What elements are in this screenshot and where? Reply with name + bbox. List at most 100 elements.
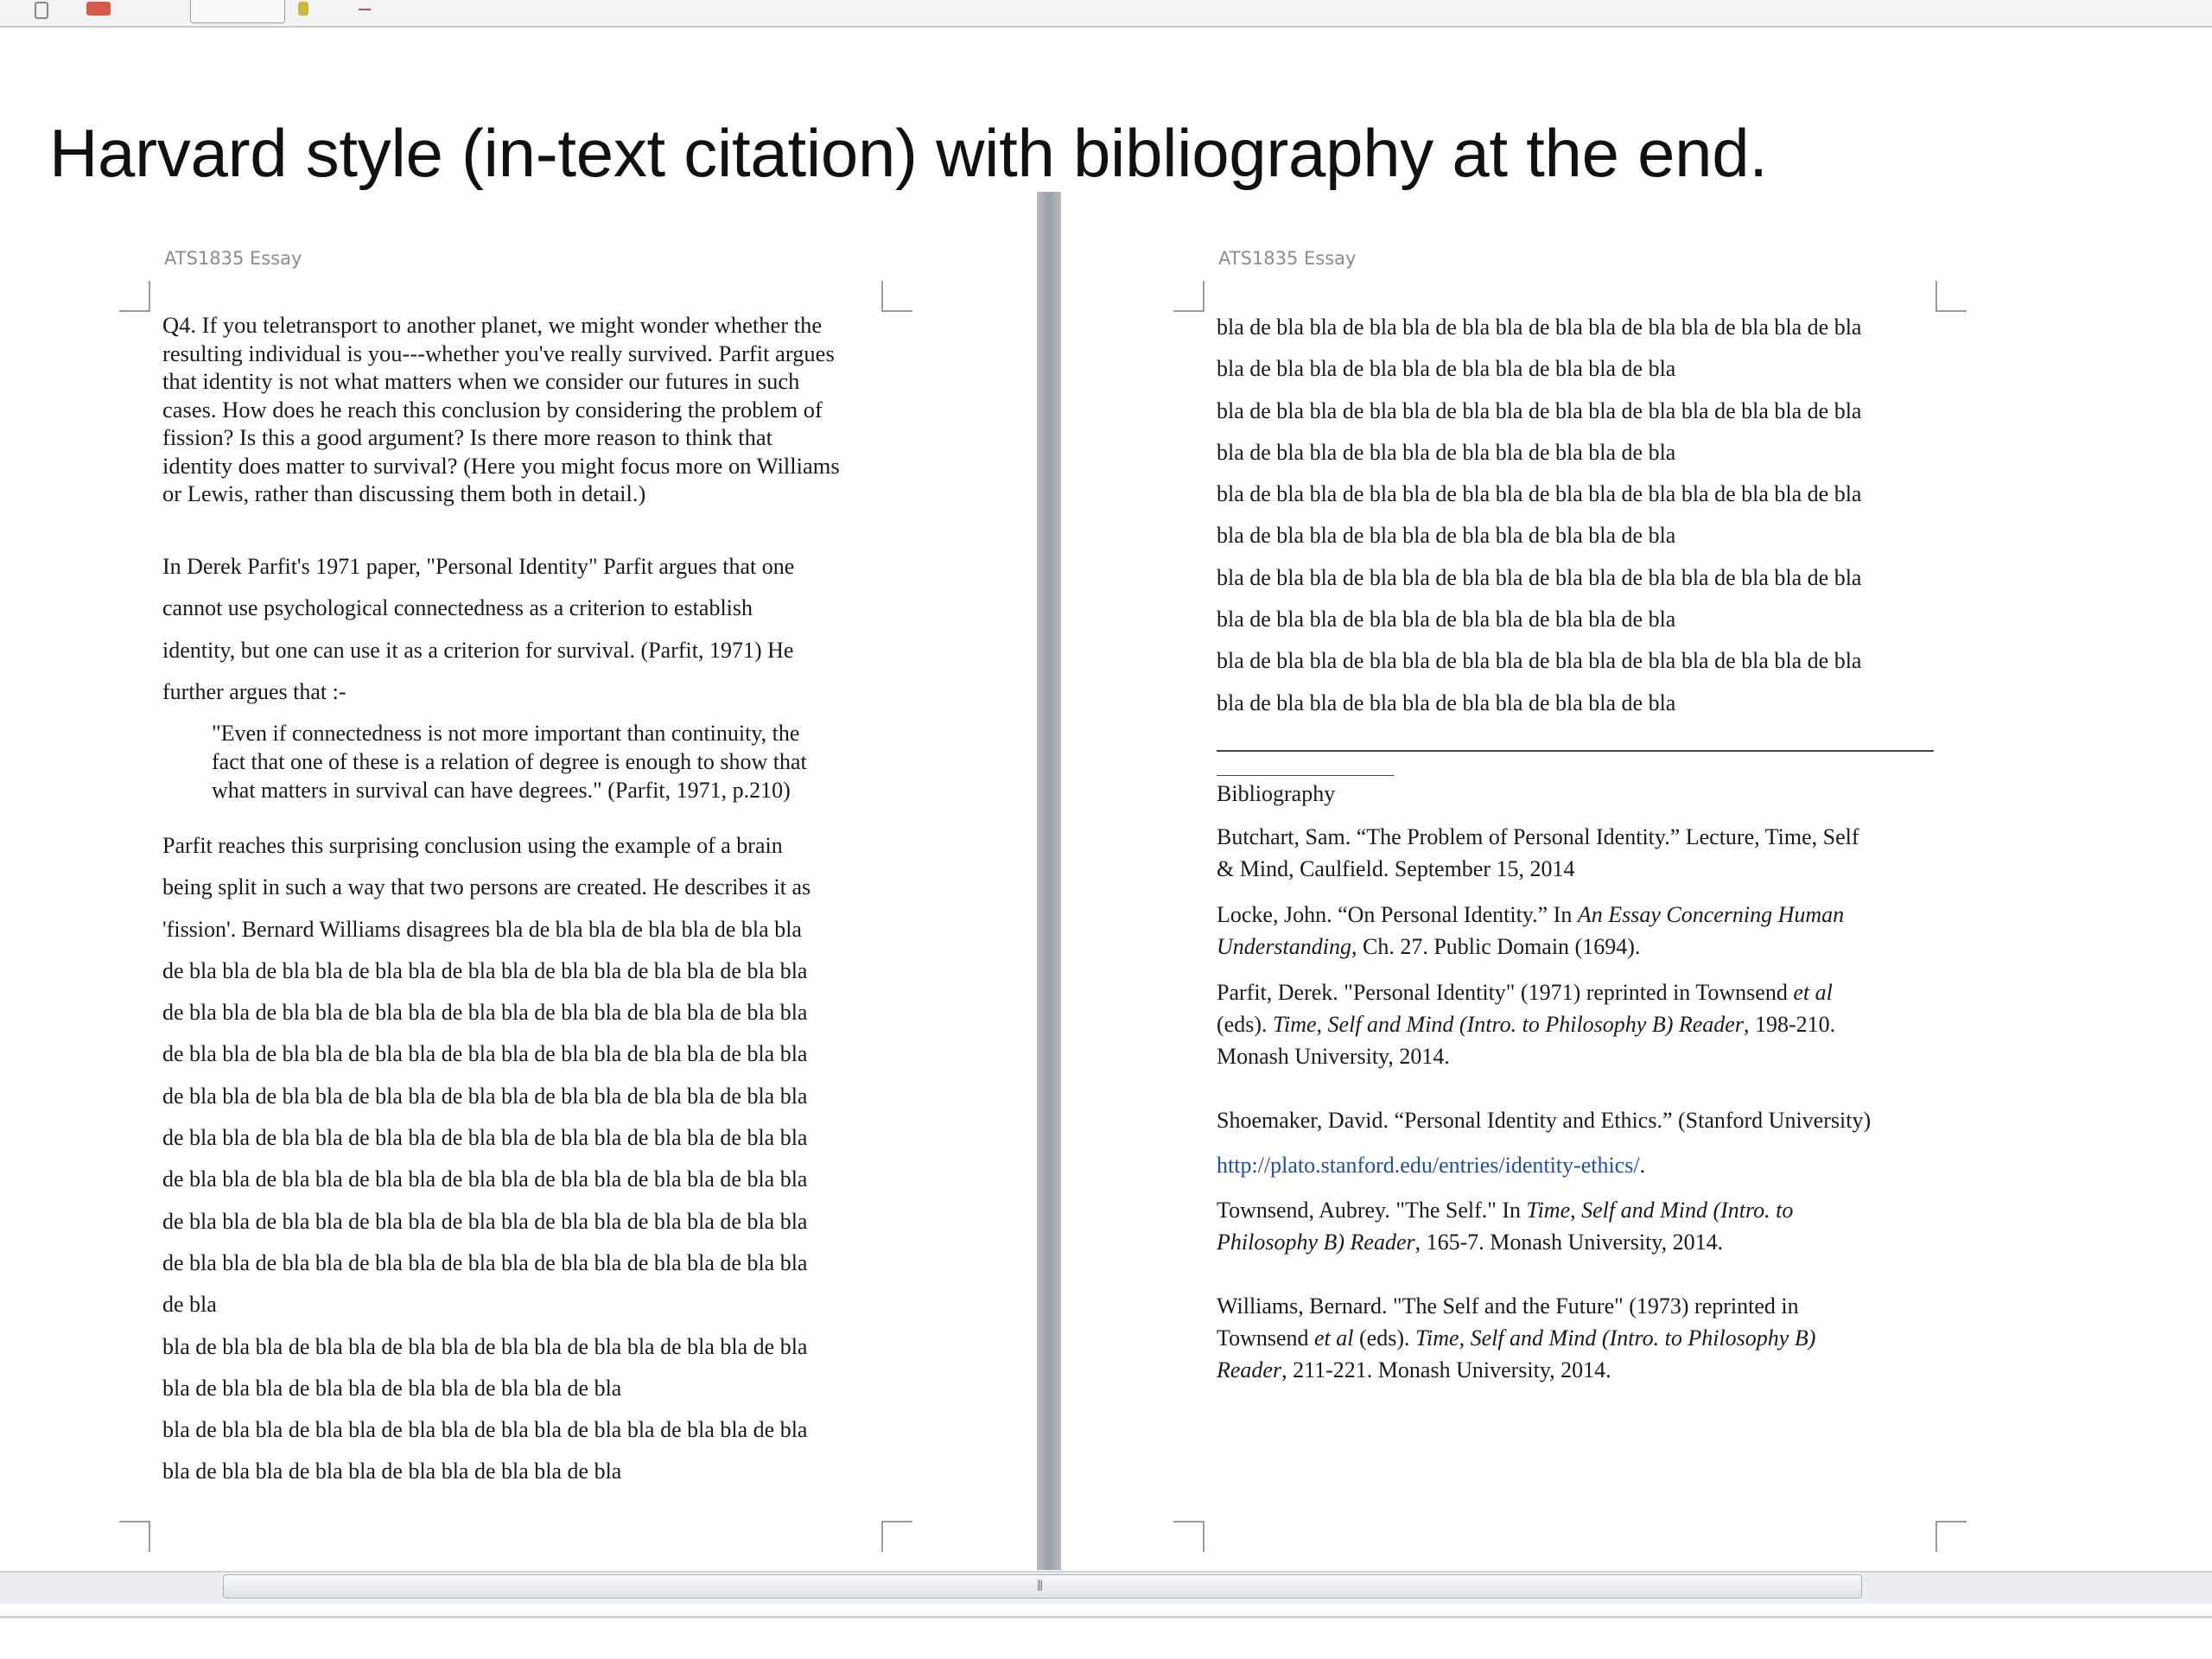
- document-icon[interactable]: [35, 2, 48, 19]
- undo-icon[interactable]: [86, 2, 111, 16]
- entry-text: Locke, John. “On Personal Identity.” In: [1217, 902, 1578, 927]
- book-title: An Essay Concerning Human: [1577, 902, 1845, 927]
- text-line: bla de bla bla de bla bla de bla bla de …: [1217, 315, 1862, 340]
- entry-text: , Ch. 27. Public Domain (1694).: [1351, 934, 1641, 959]
- pen-icon[interactable]: [298, 2, 308, 16]
- text-line: Parfit reaches this surprising conclusio…: [162, 833, 783, 858]
- text-line: de bla bla de bla bla de bla bla de bla …: [162, 957, 808, 983]
- entry-text: (eds).: [1353, 1325, 1415, 1351]
- text-line: identity, but one can use it as a criter…: [162, 637, 794, 663]
- section-rule: [1217, 750, 1934, 752]
- text-line: 'fission'. Bernard Williams disagrees bl…: [162, 916, 802, 942]
- bibliography-entry-link-line: http://plato.stanford.edu/entries/identi…: [1217, 1149, 1645, 1181]
- margin-corner-mark: [1173, 281, 1205, 312]
- margin-corner-mark: [119, 1521, 150, 1552]
- text-line: Locke, John. “On Personal Identity.” In …: [1217, 899, 1844, 931]
- text-line: bla de bla bla de bla bla de bla bla de …: [162, 1417, 808, 1443]
- entry-italic: et al: [1793, 980, 1833, 1005]
- text-line: cases. How does he reach this conclusion…: [162, 396, 823, 423]
- margin-corner-mark: [119, 281, 150, 312]
- bibliography-entry: Butchart, Sam. “The Problem of Personal …: [1217, 821, 1859, 885]
- text-line: resulting individual is you---whether yo…: [162, 340, 835, 366]
- margin-corner-mark: [1936, 281, 1967, 312]
- book-title: Philosophy B) Reader: [1217, 1230, 1415, 1255]
- text-line: de bla bla de bla bla de bla bla de bla …: [162, 1208, 808, 1234]
- text-line: bla de bla bla de bla bla de bla bla de …: [162, 1333, 808, 1359]
- text-line: Williams, Bernard. "The Self and the Fut…: [1217, 1294, 1799, 1319]
- essay-paragraph: In Derek Parfit's 1971 paper, "Personal …: [162, 546, 794, 713]
- bibliography-entry: Williams, Bernard. "The Self and the Fut…: [1217, 1290, 1815, 1386]
- arrow-icon[interactable]: [359, 2, 371, 10]
- text-line: bla de bla bla de bla bla de bla bla de …: [1217, 648, 1862, 674]
- text-line: Q4. If you teletransport to another plan…: [162, 312, 823, 338]
- toolbar-toggle-button[interactable]: [190, 0, 285, 23]
- text-line: de bla bla de bla bla de bla bla de bla …: [162, 1166, 808, 1192]
- text-line: de bla bla de bla bla de bla bla de bla …: [162, 1083, 808, 1109]
- entry-text: Parfit, Derek. "Personal Identity" (1971…: [1217, 980, 1794, 1005]
- text-line: Monash University, 2014.: [1217, 1044, 1450, 1069]
- bibliography-entry: Shoemaker, David. “Personal Identity and…: [1217, 1104, 1871, 1136]
- text-line: Townsend, Aubrey. "The Self." In Time, S…: [1217, 1194, 1793, 1226]
- book-title: Reader: [1217, 1357, 1282, 1382]
- text-line: de bla bla de bla bla de bla bla de bla …: [162, 1000, 808, 1026]
- text-line: being split in such a way that two perso…: [162, 874, 811, 900]
- title-rule: [1217, 775, 1394, 776]
- text-line: bla de bla bla de bla bla de bla bla de …: [1217, 481, 1862, 507]
- text-line: cannot use psychological connectedness a…: [162, 595, 753, 621]
- entry-text: , 165-7. Monash University, 2014.: [1414, 1230, 1724, 1255]
- margin-corner-mark: [1173, 1521, 1205, 1552]
- text-line: In Derek Parfit's 1971 paper, "Personal …: [162, 554, 795, 579]
- entry-text: Townsend: [1217, 1325, 1315, 1351]
- text-line: de bla bla de bla bla de bla bla de bla …: [162, 1125, 808, 1151]
- entry-italic: et al: [1314, 1325, 1354, 1351]
- text-line: that identity is not what matters when w…: [162, 368, 800, 394]
- text-line: Philosophy B) Reader, 165-7. Monash Univ…: [1217, 1226, 1793, 1258]
- text-line: Parfit, Derek. "Personal Identity" (1971…: [1217, 976, 1835, 1008]
- text-line: Reader, 211-221. Monash University, 2014…: [1217, 1354, 1815, 1386]
- book-title: Time, Self and Mind (Intro. to Philosoph…: [1415, 1325, 1816, 1351]
- text-line: bla de bla bla de bla bla de bla bla de …: [162, 1375, 622, 1401]
- essay-paragraph: bla de bla bla de bla bla de bla bla de …: [1217, 307, 1861, 724]
- margin-corner-mark: [881, 1521, 912, 1552]
- text-line: de bla: [162, 1292, 217, 1318]
- url-link[interactable]: http://plato.stanford.edu/entries/identi…: [1217, 1153, 1640, 1178]
- text-line: bla de bla bla de bla bla de bla bla de …: [1217, 397, 1862, 423]
- text-line: "Even if connectedness is not more impor…: [212, 721, 800, 746]
- text-line: identity does matter to survival? (Here …: [162, 452, 840, 479]
- page-title: Harvard style (in-text citation) with bi…: [49, 115, 1768, 191]
- margin-corner-mark: [881, 281, 912, 312]
- book-title: Time, Self and Mind (Intro. to Philosoph…: [1272, 1012, 1744, 1037]
- status-bar-edge: [0, 1616, 2212, 1618]
- text-line: bla de bla bla de bla bla de bla bla de …: [1217, 607, 1676, 632]
- text-line: Shoemaker, David. “Personal Identity and…: [1217, 1108, 1872, 1133]
- book-title: Understanding: [1217, 934, 1351, 959]
- essay-question: Q4. If you teletransport to another plan…: [162, 311, 840, 508]
- text-line: further argues that :-: [162, 678, 346, 704]
- text-line: bla de bla bla de bla bla de bla bla de …: [1217, 356, 1676, 382]
- text-line: fact that one of these is a relation of …: [212, 749, 807, 774]
- text-line: Butchart, Sam. “The Problem of Personal …: [1217, 824, 1859, 849]
- page-header: ATS1835 Essay: [164, 248, 302, 269]
- document-page-left[interactable]: ATS1835 Essay Q4. If you teletransport t…: [17, 194, 1037, 1577]
- text-line: & Mind, Caulfield. September 15, 2014: [1217, 856, 1575, 881]
- text-line: fission? Is this a good argument? Is the…: [162, 424, 773, 450]
- entry-text: (eds).: [1217, 1012, 1273, 1037]
- essay-paragraph: Parfit reaches this surprising conclusio…: [162, 825, 810, 1493]
- text-line: de bla bla de bla bla de bla bla de bla …: [162, 1249, 808, 1275]
- block-quote: "Even if connectedness is not more impor…: [212, 719, 807, 804]
- book-title: Time, Self and Mind (Intro. to: [1526, 1198, 1794, 1223]
- entry-text: , 198-210.: [1743, 1012, 1836, 1037]
- page-divider: [1037, 192, 1061, 1570]
- text-line: what matters in survival can have degree…: [212, 778, 791, 803]
- document-page-right[interactable]: ATS1835 Essay bla de bla bla de bla bla …: [1071, 194, 2195, 1577]
- text-line: Understanding, Ch. 27. Public Domain (16…: [1217, 931, 1844, 963]
- bibliography-entry: Locke, John. “On Personal Identity.” In …: [1217, 899, 1844, 963]
- scroll-grip-icon: ⦀: [1037, 1578, 1044, 1594]
- entry-text: , 211-221. Monash University, 2014.: [1281, 1357, 1611, 1382]
- entry-text: Townsend, Aubrey. "The Self." In: [1217, 1198, 1527, 1223]
- margin-corner-mark: [1936, 1521, 1967, 1552]
- text-line: Townsend et al (eds). Time, Self and Min…: [1217, 1322, 1815, 1354]
- text-line: bla de bla bla de bla bla de bla bla de …: [1217, 690, 1676, 715]
- text-line: bla de bla bla de bla bla de bla bla de …: [1217, 439, 1676, 465]
- bibliography-entry: Townsend, Aubrey. "The Self." In Time, S…: [1217, 1194, 1793, 1258]
